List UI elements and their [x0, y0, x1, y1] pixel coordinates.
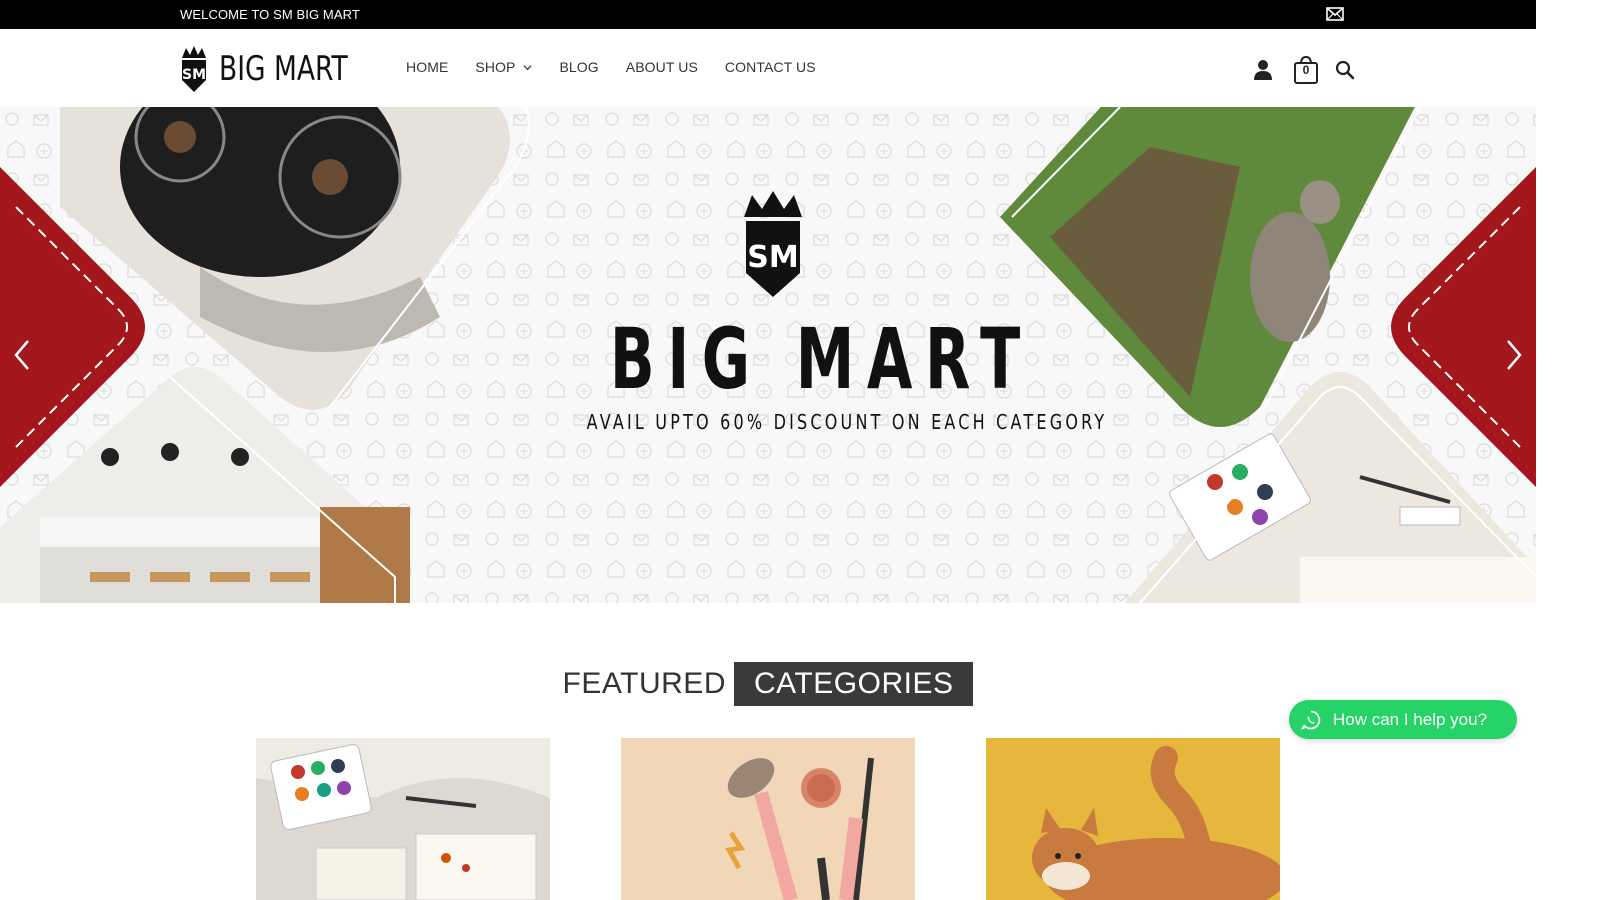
site-header: SM BIG MART HOME SHOP BLOG ABOUT US CONT…: [0, 29, 1536, 107]
hero-content: SM BIG MART AVAIL UPTO 60% DISCOUNT ON E…: [540, 191, 1108, 434]
header-icons: 0: [1253, 55, 1355, 85]
search-icon[interactable]: [1335, 60, 1355, 80]
chevron-down-icon: [523, 64, 533, 70]
category-cards: [256, 738, 1351, 900]
featured-title-part1: FEATURED: [562, 667, 726, 700]
nav-about-label: ABOUT US: [625, 59, 698, 75]
art-supplies-image: [256, 738, 550, 900]
whatsapp-icon: [1301, 710, 1321, 729]
top-bar: WELCOME TO SM BIG MART: [0, 0, 1536, 29]
cart-count: 0: [1302, 63, 1310, 77]
nav-blog[interactable]: BLOG: [559, 59, 598, 75]
nav-home[interactable]: HOME: [406, 59, 448, 75]
nav-home-label: HOME: [406, 59, 449, 75]
hero-brand-title: BIG MART: [609, 310, 1033, 408]
svg-text:SM: SM: [747, 240, 798, 275]
nav-shop-label: SHOP: [475, 59, 516, 75]
nav-shop[interactable]: SHOP: [475, 59, 533, 75]
mail-icon[interactable]: [1326, 7, 1344, 21]
hero-slider: SM BIG MART AVAIL UPTO 60% DISCOUNT ON E…: [0, 107, 1536, 603]
slider-prev-arrow-icon[interactable]: [12, 339, 32, 371]
sm-crown-logo-icon: SM: [182, 46, 206, 92]
site-logo[interactable]: SM BIG MART: [179, 45, 384, 93]
whatsapp-help-button[interactable]: How can I help you?: [1289, 700, 1517, 739]
page: WELCOME TO SM BIG MART SM BIG MART HOME …: [0, 0, 1536, 900]
category-card-makeup[interactable]: [621, 738, 915, 900]
nav-about-us[interactable]: ABOUT US: [626, 59, 698, 75]
hero-tagline: AVAIL UPTO 60% DISCOUNT ON EACH CATEGORY: [586, 410, 1108, 434]
main-nav: HOME SHOP BLOG ABOUT US CONTACT US: [406, 59, 843, 75]
category-card-pets[interactable]: [986, 738, 1280, 900]
nav-contact-us[interactable]: CONTACT US: [725, 59, 816, 75]
category-card-art[interactable]: [256, 738, 550, 900]
user-icon[interactable]: [1253, 59, 1273, 81]
cat-image: [986, 738, 1280, 900]
featured-title-part2: CATEGORIES: [733, 662, 974, 706]
slider-next-arrow-icon[interactable]: [1504, 339, 1524, 371]
nav-contact-label: CONTACT US: [724, 59, 816, 75]
welcome-text: WELCOME TO SM BIG MART: [180, 7, 360, 22]
svg-text:SM: SM: [182, 67, 206, 83]
logo-text: BIG MART: [219, 49, 348, 89]
makeup-image: [621, 738, 915, 900]
whatsapp-label: How can I help you?: [1333, 709, 1488, 729]
cart-button[interactable]: 0: [1293, 55, 1319, 85]
nav-blog-label: BLOG: [559, 59, 599, 75]
sm-monogram-icon: SM: [744, 191, 802, 297]
